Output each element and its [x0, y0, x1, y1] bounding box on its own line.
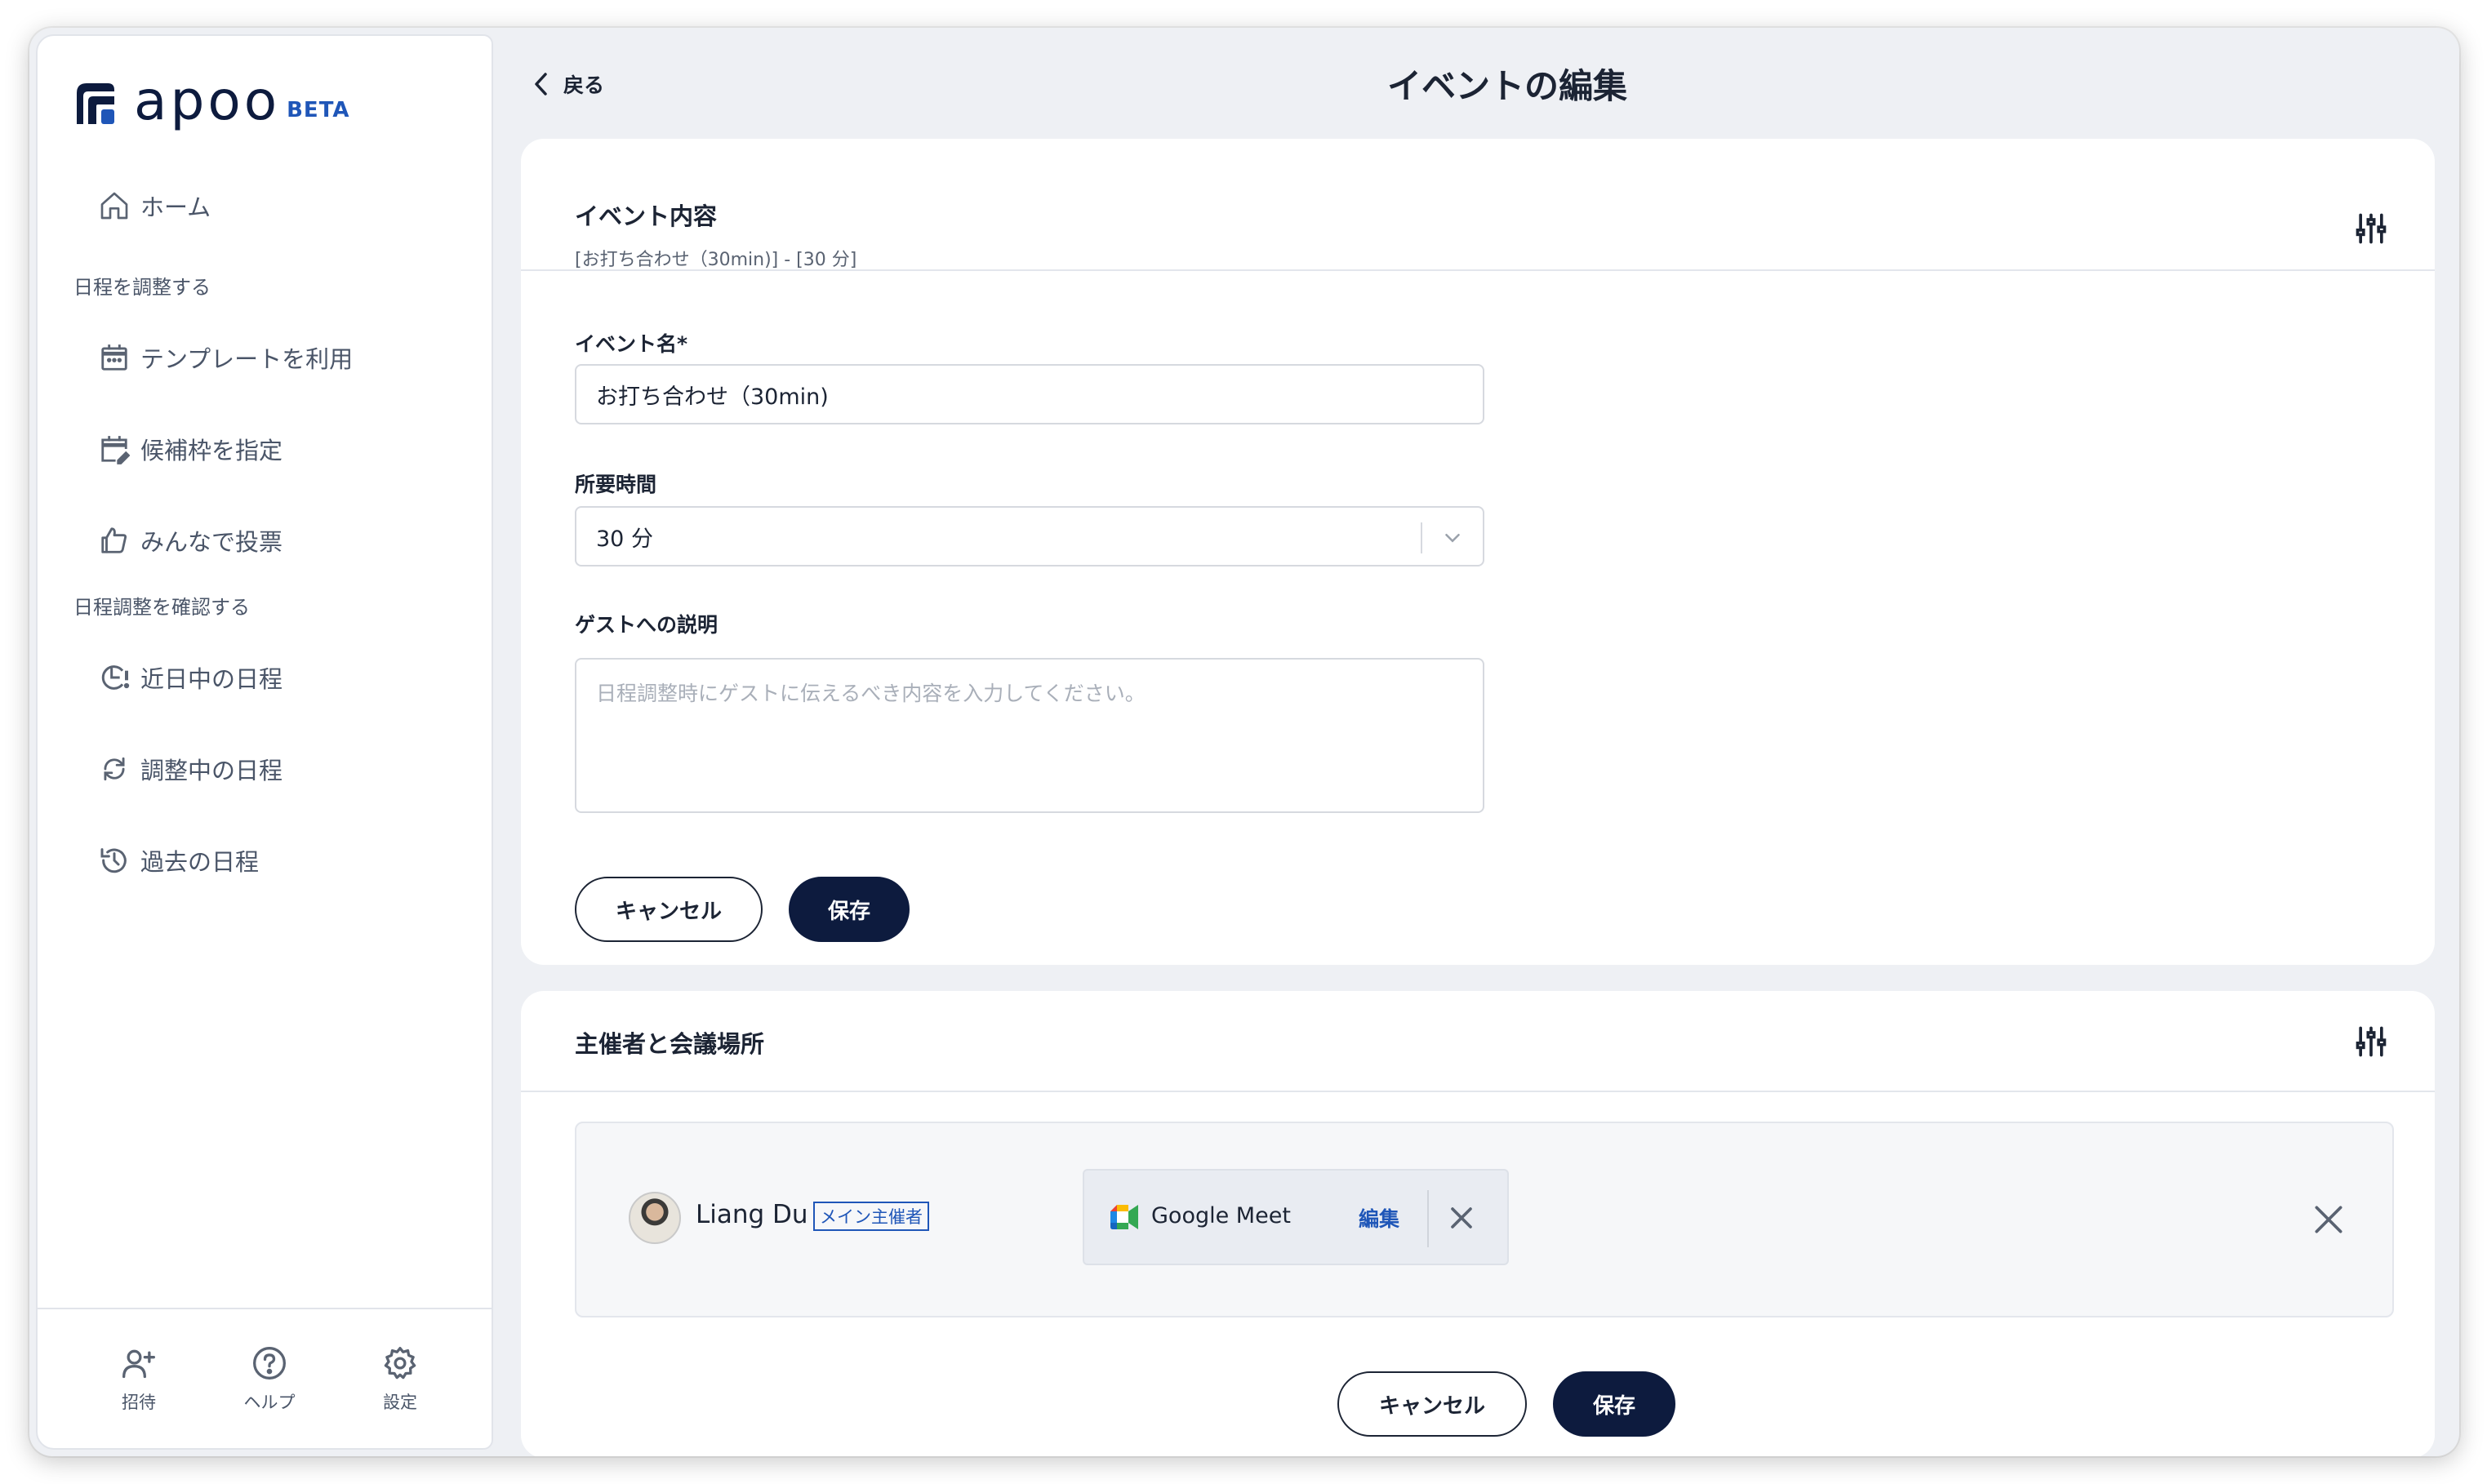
- event-name-input[interactable]: お打ち合わせ（30min): [575, 364, 1484, 424]
- sidebar-item-label: 調整中の日程: [140, 757, 283, 784]
- event-card-summary: [お打ち合わせ（30min)] - [30 分]: [575, 250, 857, 270]
- help-icon: [229, 1344, 310, 1383]
- sidebar-item-label: 候補枠を指定: [140, 437, 283, 464]
- add-user-icon: [98, 1344, 180, 1383]
- sidebar-item-template[interactable]: テンプレートを利用: [96, 335, 353, 380]
- sidebar-item-upcoming[interactable]: 近日中の日程: [96, 655, 283, 700]
- logo[interactable]: apoo BETA: [73, 69, 350, 132]
- sidebar-item-in-progress[interactable]: 調整中の日程: [96, 746, 283, 792]
- event-card-header: イベント内容 [お打ち合わせ（30min)] - [30 分]: [521, 139, 2435, 271]
- location-chip: Google Meet 編集: [1083, 1169, 1509, 1265]
- settings-button[interactable]: 設定: [359, 1344, 441, 1414]
- logo-text: apoo: [134, 69, 281, 132]
- description-label: ゲストへの説明: [575, 613, 719, 637]
- sidebar: apoo BETA ホーム 日程を調整する テンプレートを利用 候補枠を指定 み…: [36, 34, 493, 1450]
- calendar-icon: [96, 340, 132, 375]
- sync-icon: [96, 751, 132, 787]
- chip-divider: [1427, 1190, 1429, 1247]
- sidebar-item-label: 過去の日程: [140, 848, 260, 876]
- sidebar-item-label: ホーム: [140, 193, 211, 221]
- select-divider: [1421, 522, 1422, 553]
- sidebar-item-label: テンプレートを利用: [140, 345, 354, 373]
- app-window: apoo BETA ホーム 日程を調整する テンプレートを利用 候補枠を指定 み…: [29, 28, 2459, 1456]
- duration-label: 所要時間: [575, 473, 657, 496]
- cancel-button[interactable]: キャンセル: [575, 877, 763, 942]
- duration-select[interactable]: 30 分: [575, 506, 1484, 566]
- sidebar-item-label: みんなで投票: [140, 528, 283, 556]
- section-confirm: 日程調整を確認する: [73, 596, 250, 619]
- organizer-card-title: 主催者と会議場所: [575, 1030, 765, 1058]
- avatar: [629, 1192, 681, 1244]
- cancel-button[interactable]: キャンセル: [1337, 1371, 1527, 1437]
- main-organizer-badge: メイン主催者: [813, 1202, 929, 1231]
- beta-badge: BETA: [287, 98, 350, 122]
- description-textarea[interactable]: 日程調整時にゲストに伝えるべき内容を入力してください。: [575, 658, 1484, 813]
- duration-value: 30 分: [596, 526, 653, 552]
- sliders-icon[interactable]: [2353, 211, 2389, 247]
- save-button[interactable]: 保存: [789, 877, 910, 942]
- chevron-left-icon: [535, 73, 547, 96]
- help-label: ヘルプ: [243, 1393, 296, 1412]
- organizer-location-card: 主催者と会議場所 Liang Du メイン主催者 Google Meet 編集 …: [521, 991, 2435, 1456]
- back-button[interactable]: 戻る: [531, 64, 604, 104]
- sliders-icon[interactable]: [2353, 1024, 2389, 1060]
- clock-alert-icon: [96, 660, 132, 695]
- logo-mark-icon: [73, 80, 118, 124]
- chevron-down-icon: [1445, 534, 1460, 543]
- event-details-card: イベント内容 [お打ち合わせ（30min)] - [30 分] イベント名* お…: [521, 139, 2435, 965]
- organizer-name: Liang Du: [696, 1200, 808, 1229]
- sidebar-item-label: 近日中の日程: [140, 665, 283, 693]
- organizer-row: Liang Du メイン主催者 Google Meet 編集: [575, 1122, 2394, 1317]
- history-icon: [96, 842, 132, 878]
- settings-label: 設定: [383, 1393, 417, 1412]
- edit-location-button[interactable]: 編集: [1359, 1203, 1399, 1233]
- invite-label: 招待: [122, 1393, 156, 1412]
- sidebar-item-vote[interactable]: みんなで投票: [96, 518, 283, 563]
- home-icon: [96, 188, 132, 224]
- close-icon[interactable]: [1444, 1200, 1479, 1236]
- organizer-card-header: 主催者と会議場所: [521, 991, 2435, 1092]
- thumbs-up-icon: [96, 522, 132, 558]
- sidebar-item-past[interactable]: 過去の日程: [96, 838, 259, 883]
- sidebar-item-candidate-slots[interactable]: 候補枠を指定: [96, 426, 283, 472]
- location-name: Google Meet: [1151, 1203, 1291, 1229]
- page-title: イベントの編集: [1386, 66, 1627, 106]
- gear-icon: [359, 1344, 441, 1383]
- remove-organizer-icon[interactable]: [2311, 1202, 2347, 1237]
- google-meet-icon: [1110, 1205, 1138, 1229]
- back-label: 戻る: [563, 73, 605, 97]
- help-button[interactable]: ヘルプ: [229, 1344, 310, 1414]
- event-name-label: イベント名*: [575, 332, 688, 356]
- section-schedule: 日程を調整する: [73, 276, 211, 299]
- sidebar-item-home[interactable]: ホーム: [96, 183, 211, 229]
- sidebar-bottom-bar: 招待 ヘルプ 設定: [38, 1308, 492, 1448]
- save-button[interactable]: 保存: [1553, 1371, 1675, 1437]
- invite-button[interactable]: 招待: [98, 1344, 180, 1414]
- event-card-title: イベント内容: [575, 202, 718, 230]
- calendar-edit-icon: [96, 431, 132, 467]
